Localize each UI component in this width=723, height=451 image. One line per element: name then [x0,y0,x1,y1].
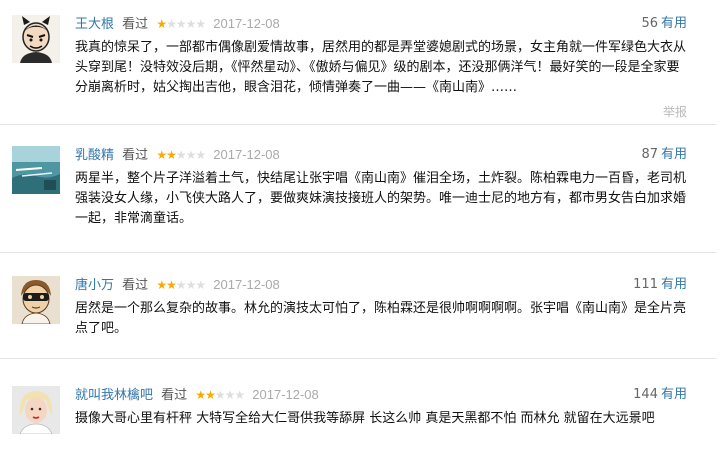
divider [0,252,717,253]
review-item: 就叫我林檎吧 看过 ★★★★★ 2017-12-08 144 有用 摄像大哥心里有… [0,386,723,446]
vote-count: 56 [641,16,658,31]
review-date: 2017-12-08 [213,147,280,162]
review-content: 摄像大哥心里有杆秤 大特写全给大仁哥供我等舔屏 长这么帅 真是天黑都不怕 而林允… [75,411,655,426]
review-header: 乳酸精 看过 ★★★★★ 2017-12-08 87 有用 [75,146,687,164]
username-link[interactable]: 乳酸精 [75,148,114,163]
username-link[interactable]: 就叫我林檎吧 [75,388,153,403]
vote-count: 111 [633,277,658,292]
rating-stars: ★★★★★ [156,146,206,164]
watched-label: 看过 [122,148,149,163]
report-link[interactable]: 举报 [663,103,687,120]
star-empty-icon: ★★★ [175,278,206,292]
review-date: 2017-12-08 [252,387,319,402]
divider [0,124,717,125]
avatar[interactable] [12,276,60,324]
vote-area: 56 有用 [641,15,687,33]
watched-label: 看过 [161,388,188,403]
useful-button[interactable]: 有用 [661,277,687,292]
review-item: 唐小万 看过 ★★★★★ 2017-12-08 111 有用 居然是一个那么复杂的… [0,276,723,356]
vote-count: 87 [641,147,658,162]
avatar[interactable] [12,15,60,63]
star-filled-icon: ★★ [156,278,176,292]
sea-landscape-avatar-icon [12,146,60,194]
review-content: 两星半，整个片子洋溢着土气，快结尾让张宇唱《南山南》催泪全场，土炸裂。陈柏霖电力… [75,171,687,226]
star-filled-icon: ★ [156,17,167,31]
rating-stars: ★★★★★ [156,276,206,294]
star-empty-icon: ★★★ [214,388,245,402]
review-content: 居然是一个那么复杂的故事。林允的演技太可怕了，陈柏霖还是很帅啊啊啊啊。张宇唱《南… [75,301,687,336]
star-empty-icon: ★★★★ [166,17,206,31]
review-header: 王大根 看过 ★★★★★ 2017-12-08 56 有用 [75,15,687,33]
vote-area: 144 有用 [633,386,687,404]
watched-label: 看过 [122,17,149,32]
vote-area: 111 有用 [633,276,687,294]
masked-man-avatar-icon [12,276,60,324]
vote-area: 87 有用 [641,146,687,164]
review-header: 就叫我林檎吧 看过 ★★★★★ 2017-12-08 144 有用 [75,386,687,404]
cartoon-devil-avatar-icon [12,15,60,63]
watched-label: 看过 [122,278,149,293]
useful-button[interactable]: 有用 [661,387,687,402]
rating-stars: ★★★★★ [195,386,245,404]
useful-button[interactable]: 有用 [661,16,687,31]
review-header: 唐小万 看过 ★★★★★ 2017-12-08 111 有用 [75,276,687,294]
username-link[interactable]: 唐小万 [75,278,114,293]
review-item: 乳酸精 看过 ★★★★★ 2017-12-08 87 有用 两星半，整个片子洋溢着… [0,146,723,251]
vote-count: 144 [633,387,658,402]
useful-button[interactable]: 有用 [661,147,687,162]
rating-stars: ★★★★★ [156,15,206,33]
review-item: 王大根 看过 ★★★★★ 2017-12-08 56 有用 我真的惊呆了，一部都市… [0,15,723,120]
star-empty-icon: ★★★ [175,148,206,162]
avatar[interactable] [12,146,60,194]
review-content: 我真的惊呆了，一部都市偶像剧爱情故事，居然用的都是弄堂婆媳剧式的场景，女主角就一… [75,40,687,95]
divider [0,358,717,359]
avatar[interactable] [12,386,60,434]
star-filled-icon: ★★ [156,148,176,162]
review-date: 2017-12-08 [213,277,280,292]
username-link[interactable]: 王大根 [75,17,114,32]
review-date: 2017-12-08 [213,16,280,31]
blonde-woman-avatar-icon [12,386,60,434]
star-filled-icon: ★★ [195,388,215,402]
